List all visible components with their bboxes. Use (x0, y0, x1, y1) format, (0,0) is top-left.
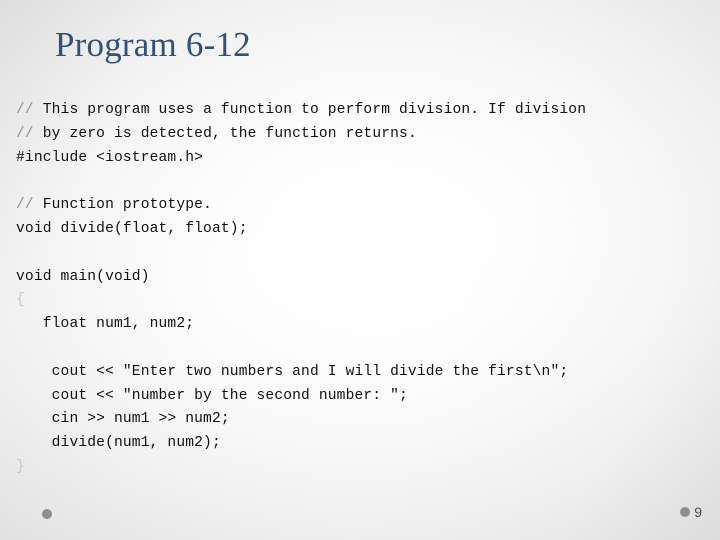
code-line: void main(void) (16, 268, 150, 285)
code-line: { (16, 292, 25, 309)
code-line: float num1, num2; (16, 316, 195, 333)
comment-marker: // (16, 197, 34, 214)
code-line: #include <iostream.h> (16, 149, 204, 166)
circle-bullet-icon (42, 509, 52, 519)
comment-marker: // (16, 125, 34, 142)
code-block: // This program uses a function to perfo… (16, 99, 720, 480)
circle-bullet-icon (680, 507, 691, 517)
code-line: } (16, 458, 25, 475)
code-line: cout << "number by the second number: "; (16, 387, 408, 404)
code-line: // by zero is detected, the function ret… (16, 125, 417, 142)
comment-marker: // (16, 102, 34, 118)
page-title: Program 6-12 (55, 25, 251, 64)
code-line: cin >> num1 >> num2; (16, 411, 230, 428)
code-line: divide(num1, num2); (16, 435, 221, 452)
code-line: void divide(float, float); (16, 220, 248, 237)
code-line: // Function prototype. (16, 197, 212, 214)
page-number-group: 9 (680, 505, 702, 519)
code-line: // This program uses a function to perfo… (16, 102, 587, 118)
slide-canvas: Program 6-12 // This program uses a func… (0, 0, 720, 540)
code-line: cout << "Enter two numbers and I will di… (16, 363, 569, 380)
page-number: 9 (694, 504, 702, 520)
